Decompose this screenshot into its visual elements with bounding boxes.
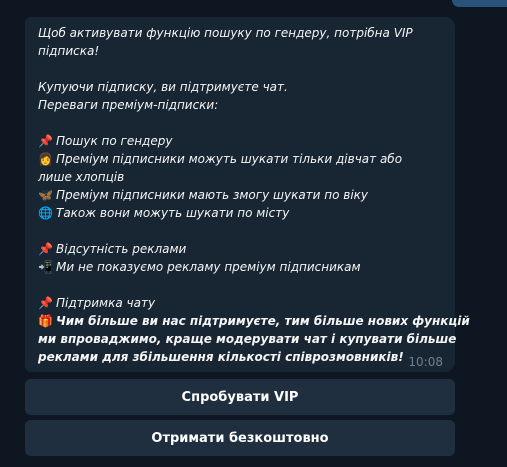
message-line: ми впроваджимо, краще модерувати чат і к… — [38, 332, 457, 346]
bot-message-bubble: Щоб активувати функцію пошуку по гендеру… — [25, 17, 470, 372]
message-line: Купуючи підписку, ви підтримуєте чат. — [38, 80, 288, 94]
previous-message-bubble — [452, 0, 507, 7]
try-vip-button[interactable]: Спробувати VIP — [25, 379, 455, 415]
feature-no-ads-detail: 📲 Ми не показуємо рекламу преміум підписн… — [38, 258, 445, 276]
mobile-phone-arrow-icon: 📲 — [38, 260, 53, 274]
pushpin-icon: 📌 — [38, 134, 53, 148]
globe-icon: 🌐 — [38, 206, 53, 220]
message-line: підписка! — [38, 44, 100, 58]
feature-support-chat: 📌 Підтримка чату — [38, 294, 445, 312]
woman-icon: 👩 — [38, 152, 53, 166]
message-timestamp: 10:08 — [408, 355, 443, 369]
message-line: Преміум підписники мають змогу шукати по… — [56, 188, 369, 202]
gift-icon: 🎁 — [38, 314, 53, 328]
pushpin-icon: 📌 — [38, 296, 53, 310]
message-line: реклами для збільшення кількості співроз… — [38, 350, 404, 364]
message-line: Преміум підписники можуть шукати тільки … — [56, 152, 403, 166]
message-line: Переваги преміум-підписки: — [38, 98, 219, 112]
feature-city-search: 🌐 Також вони можуть шукати по місту — [38, 204, 445, 222]
message-line: Пошук по гендеру — [56, 134, 173, 148]
feature-age-search: 🦋 Преміум підписники мають змогу шукати п… — [38, 186, 445, 204]
message-line: Щоб активувати функцію пошуку по гендеру… — [38, 26, 413, 40]
message-line: Також вони можуть шукати по місту — [56, 206, 290, 220]
message-text: Щоб активувати функцію пошуку по гендеру… — [38, 24, 470, 366]
message-line: Ми не показуємо рекламу преміум підписни… — [56, 260, 361, 274]
pushpin-icon: 📌 — [38, 242, 53, 256]
get-free-button[interactable]: Отримати безкоштовно — [25, 420, 455, 456]
message-line: лише хлопців — [38, 170, 125, 184]
feature-gender-search: 📌 Пошук по гендеру — [38, 132, 445, 150]
message-line: Підтримка чату — [56, 296, 156, 310]
message-line: Відсутність реклами — [56, 242, 187, 256]
feature-no-ads: 📌 Відсутність реклами — [38, 240, 445, 258]
butterfly-icon: 🦋 — [38, 188, 53, 202]
message-line: Чим більше ви нас підтримуєте, тим більш… — [56, 314, 470, 328]
feature-support-detail: 🎁 Чим більше ви нас підтримуєте, тим біль… — [38, 312, 470, 330]
feature-gender-detail: 👩 Преміум підписники можуть шукати тільки… — [38, 150, 445, 168]
